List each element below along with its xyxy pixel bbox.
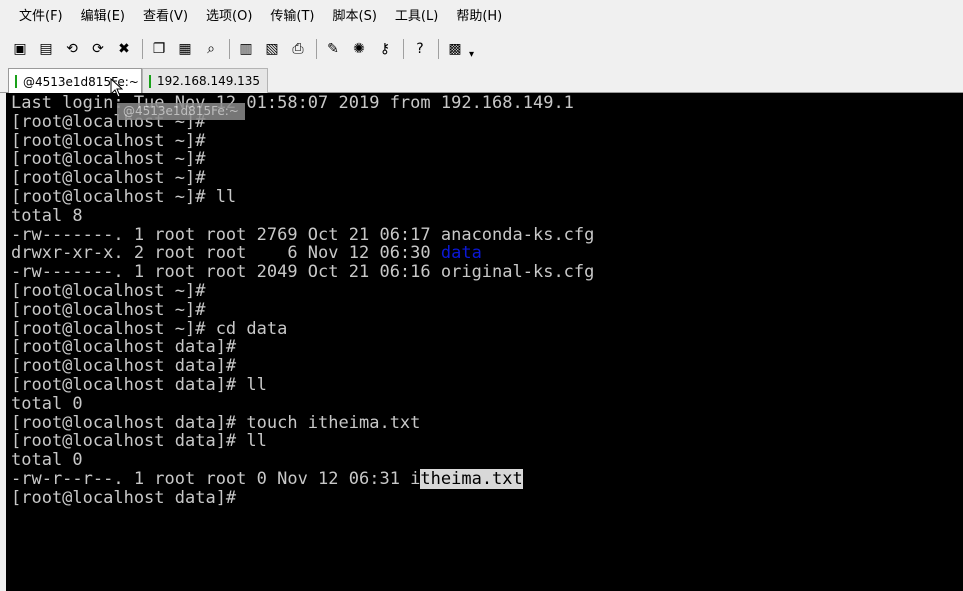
terminal-text: -rw-------. 1 root root 2049 Oct 21 06:1…: [11, 262, 595, 283]
terminal-text: [root@localhost ~]#: [11, 299, 206, 320]
global-options-icon[interactable]: ✺: [349, 39, 369, 59]
print-icon[interactable]: ▧: [262, 39, 282, 59]
terminal-line: [root@localhost data]# ll: [11, 432, 267, 451]
directory-name: data: [440, 243, 482, 264]
terminal-text: total 0: [11, 393, 83, 414]
reconnect-all-icon[interactable]: ⟳: [88, 39, 108, 59]
terminal-line: [root@localhost ~]#: [11, 282, 205, 301]
terminal-line: [root@localhost ~]# ll: [11, 188, 236, 207]
terminal-text: [root@localhost data]# touch itheima.txt: [11, 412, 421, 433]
terminal-text: [root@localhost ~]#: [11, 149, 206, 170]
terminal-text: [root@localhost data]#: [11, 337, 237, 358]
menu-help[interactable]: 帮助(H): [447, 0, 511, 34]
mouse-pointer-icon: [110, 78, 123, 98]
tab-session-192-168-149-135[interactable]: 192.168.149.135: [142, 68, 268, 93]
selected-text: theima.txt: [420, 469, 523, 489]
terminal-line: [root@localhost data]# ll: [11, 376, 267, 395]
connected-indicator-icon: [15, 75, 17, 88]
key-icon[interactable]: ⚷: [375, 39, 395, 59]
terminal-text: total 8: [11, 205, 83, 226]
disconnect-icon[interactable]: ✖: [114, 39, 134, 59]
menu-tools[interactable]: 工具(L): [386, 0, 447, 34]
connected-indicator-icon: [149, 75, 151, 88]
terminal-line: total 8: [11, 205, 83, 226]
terminal-line: [root@localhost ~]#: [11, 150, 205, 169]
terminal-line: [root@localhost data]#: [11, 487, 237, 508]
open-session-icon[interactable]: ▤: [36, 39, 56, 59]
tab-tooltip: @4513e1d815Fe:~: [117, 103, 245, 120]
toolbar-separator: [316, 39, 317, 59]
menu-view[interactable]: 查看(V): [134, 0, 197, 34]
terminal-line: total 0: [11, 393, 83, 414]
menu-script[interactable]: 脚本(S): [324, 0, 386, 34]
terminal-text: [root@localhost data]# ll: [11, 431, 267, 452]
terminal-text: -rw-r--r--. 1 root root 0 Nov 12 06:31 i: [11, 469, 421, 489]
print-setup-icon[interactable]: ▥: [236, 39, 256, 59]
terminal-line: total 0: [11, 451, 83, 470]
terminal-output[interactable]: Last login: Tue Nov 12 01:58:07 2019 fro…: [6, 93, 963, 591]
terminal-text: [root@localhost ~]#: [11, 281, 206, 301]
terminal-line: -rw-------. 1 root root 2049 Oct 21 06:1…: [11, 263, 594, 282]
menu-bar: 文件(F) 编辑(E) 查看(V) 选项(O) 传输(T) 脚本(S) 工具(L…: [0, 0, 963, 34]
terminal-text: -rw-------. 1 root root 2769 Oct 21 06:1…: [11, 224, 595, 245]
terminal-text: [root@localhost data]# ll: [11, 375, 267, 395]
terminal-text: [root@localhost ~]# ll: [11, 187, 237, 207]
terminal-text: Last login: Tue Nov 12 01:58:07 2019 fro…: [11, 93, 574, 113]
terminal-text: [root@localhost data]#: [11, 487, 237, 508]
tab-label: 192.168.149.135: [157, 74, 261, 88]
keymap-icon[interactable]: ▩: [445, 39, 465, 59]
terminal-line: [root@localhost data]# touch itheima.txt: [11, 412, 421, 433]
reconnect-icon[interactable]: ⟲: [62, 39, 82, 59]
toolbar-separator: [403, 39, 404, 59]
terminal-line: [root@localhost ~]#: [11, 169, 205, 188]
find-icon[interactable]: ⌕: [201, 39, 221, 59]
terminal-line: drwxr-xr-x. 2 root root 6 Nov 12 06:30 d…: [11, 244, 482, 263]
toolbar-separator: [142, 39, 143, 59]
terminal-line: Last login: Tue Nov 12 01:58:07 2019 fro…: [11, 94, 574, 113]
menu-edit[interactable]: 编辑(E): [72, 0, 134, 34]
terminal-text: [root@localhost ~]# cd data: [11, 318, 288, 339]
menu-file[interactable]: 文件(F): [0, 0, 72, 34]
toolbar-separator: [229, 39, 230, 59]
terminal-text: [root@localhost data]#: [11, 356, 237, 377]
menu-transfer[interactable]: 传输(T): [261, 0, 323, 34]
terminal-text: [root@localhost ~]#: [11, 130, 206, 151]
copy-icon[interactable]: ❐: [149, 39, 169, 59]
toolbar: ▣ ▤ ⟲ ⟳ ✖ ❐ ▦ ⌕ ▥ ▧ ⎙ ✎ ✺ ⚷? ▩ ▾: [0, 34, 963, 64]
toolbar-separator: [438, 39, 439, 59]
terminal-text: drwxr-xr-x. 2 root root 6 Nov 12 06:30: [11, 243, 441, 264]
terminal-text: total 0: [11, 450, 83, 471]
session-options-icon[interactable]: ✎: [323, 39, 343, 59]
help-icon[interactable]: ?: [410, 39, 430, 59]
terminal-line: [root@localhost data]#: [11, 357, 236, 376]
printer-icon[interactable]: ⎙: [288, 39, 308, 59]
toolbar-overflow-icon[interactable]: ▾: [469, 49, 474, 60]
session-tab-bar: @4513e1d815Fe:~ 192.168.149.135: [0, 64, 963, 94]
terminal-line: [root@localhost ~]#: [11, 130, 206, 151]
terminal-text: [root@localhost ~]#: [11, 168, 206, 189]
terminal-line: -rw-r--r--. 1 root root 0 Nov 12 06:31 i…: [11, 469, 523, 489]
terminal-line: [root@localhost data]#: [11, 338, 236, 357]
new-session-icon[interactable]: ▣: [10, 39, 30, 59]
terminal-line: -rw-------. 1 root root 2769 Oct 21 06:1…: [11, 224, 595, 245]
terminal-line: [root@localhost ~]# cd data: [11, 318, 288, 339]
terminal-line: [root@localhost ~]#: [11, 299, 206, 320]
menu-options[interactable]: 选项(O): [197, 0, 261, 34]
paste-icon[interactable]: ▦: [175, 39, 195, 59]
